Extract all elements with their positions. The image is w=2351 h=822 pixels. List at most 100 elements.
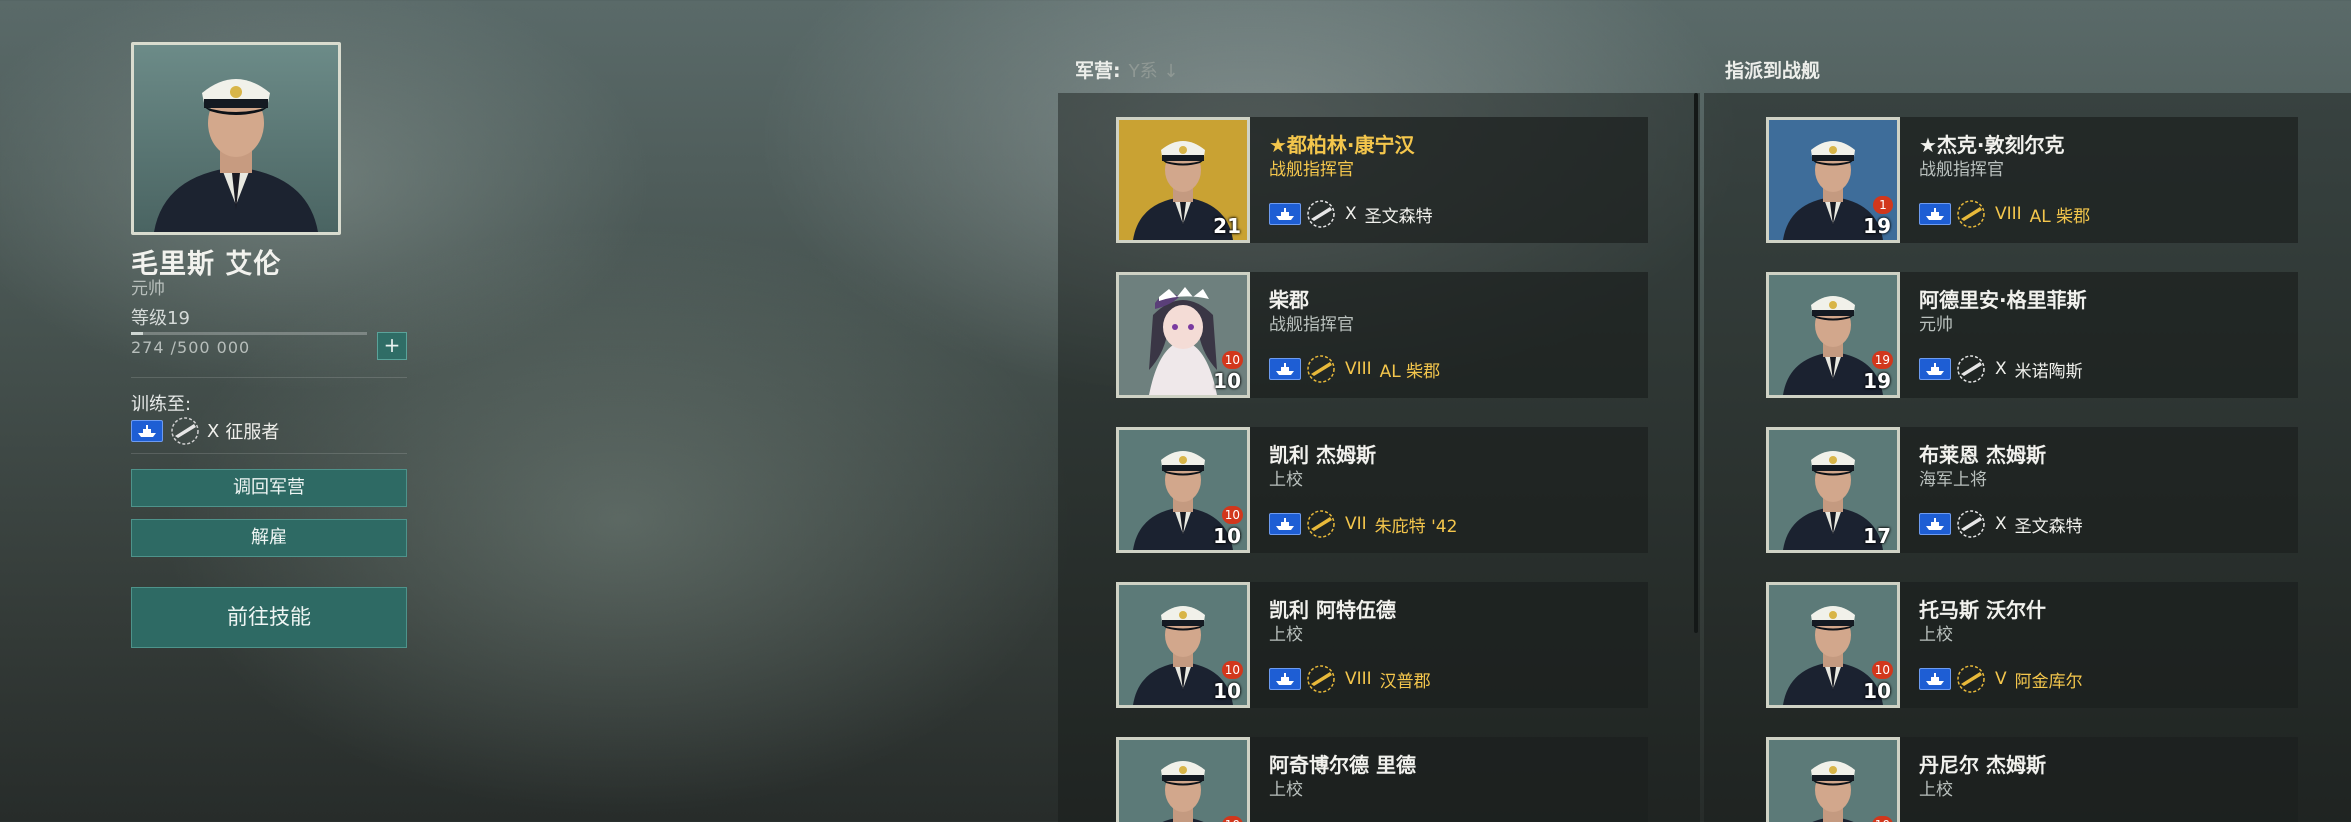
ship-silhouette-icon [1955,509,1987,539]
commander-card[interactable]: 21 ★都柏林·康宁汉战舰指挥官 X 圣文森特 [1116,117,1648,243]
commander-card[interactable]: 17 布莱恩 杰姆斯海军上将 X 圣文森特 [1766,427,2298,553]
commander-card-level: 10 [1213,369,1241,393]
commander-card-rank: 上校 [1269,625,1303,645]
commander-card-level: 17 [1863,524,1891,548]
commander-card[interactable]: 10 10 托马斯 沃尔什上校 V 阿金库尔 [1766,582,2298,708]
battleship-type-icon [1269,513,1301,535]
trained-ship-tier: X [207,420,220,442]
skill-points-badge: 19 [1871,351,1893,369]
commander-card-portrait: 10 [1766,737,1900,822]
ship-tier: VIII [1345,669,1372,689]
ship-silhouette-icon [1955,199,1987,229]
commander-card-name: ★杰克·敦刻尔克 [1919,133,2065,157]
commander-card-level: 21 [1213,214,1241,238]
ship-name: AL 柴郡 [2029,206,2091,227]
commander-card-level: 19 [1863,369,1891,393]
commander-card-level: 10 [1213,679,1241,703]
ship-name: 米诺陶斯 [2014,361,2083,382]
ship-name: 阿金库尔 [2014,671,2083,692]
commander-card-name: 阿德里安·格里菲斯 [1919,288,2087,312]
commander-card-rank: 上校 [1269,470,1303,490]
recall-to-barracks-button[interactable]: 调回军营 [131,469,407,507]
barracks-scrollbar[interactable] [1694,93,1698,633]
commander-card-portrait: 10 [1116,737,1250,822]
xp-progress-fill [131,332,143,335]
add-xp-button[interactable]: + [377,332,407,360]
commander-card-name: ★都柏林·康宁汉 [1269,133,1415,157]
ship-silhouette-icon [1955,354,1987,384]
sort-dropdown[interactable]: Y系 ↓ [1129,61,1179,82]
skill-points-badge: 10 [1871,661,1893,679]
commander-card-name: 凯利 杰姆斯 [1269,443,1376,467]
commander-card-name: 布莱恩 杰姆斯 [1919,443,2046,467]
commander-card-rank: 上校 [1269,780,1303,800]
battleship-type-icon [1269,668,1301,690]
commander-card-name: 阿奇博尔德 里德 [1269,753,1416,777]
ship-tier: X [1345,204,1357,224]
battleship-type-icon [1269,358,1301,380]
commander-card-portrait: 10 10 [1116,582,1250,708]
ship-name: 圣文森特 [1364,206,1433,227]
ship-silhouette-icon [1305,664,1337,694]
commander-card[interactable]: 19 19 阿德里安·格里菲斯元帅 X 米诺陶斯 [1766,272,2298,398]
commander-card-name: 凯利 阿特伍德 [1269,598,1396,622]
go-to-skills-button[interactable]: 前往技能 [131,587,407,648]
ship-tier: X [1995,359,2007,379]
commander-card[interactable]: 10 10 凯利 杰姆斯上校 VII 朱庇特 '42 [1116,427,1648,553]
xp-text: 274 /500 000 [131,338,251,357]
trained-ship-name: 征服者 [225,422,280,443]
commander-card-portrait: 21 [1116,117,1250,243]
battleship-type-icon [1919,668,1951,690]
commander-card-rank: 战舰指挥官 [1269,160,1354,180]
commander-card-rank: 上校 [1919,625,1953,645]
commander-card-ship: X 圣文森特 [1269,199,1433,229]
commander-card-ship: VIII AL 柴郡 [1269,354,1440,384]
divider [131,377,407,378]
commander-rank: 元帅 [131,279,165,299]
commander-card-ship: VII 朱庇特 '42 [1269,509,1457,539]
ship-name: AL 柴郡 [1379,361,1441,382]
commander-card-portrait: 1 19 [1766,117,1900,243]
commander-card-name: 托马斯 沃尔什 [1919,598,2046,622]
commander-card-rank: 战舰指挥官 [1269,315,1354,335]
commander-card-portrait: 10 10 [1116,272,1250,398]
skill-points-badge: 10 [1221,506,1243,524]
commander-card[interactable]: 10 10 凯利 阿特伍德上校 VIII 汉普郡 [1116,582,1648,708]
commander-card[interactable]: 10 10 柴郡 战舰指挥官 VIII AL 柴郡 [1116,272,1648,398]
commander-card-portrait: 19 19 [1766,272,1900,398]
ship-tier: V [1995,669,2007,689]
commander-card-portrait: 10 10 [1116,427,1250,553]
ship-silhouette-icon [169,416,201,446]
ship-name: 汉普郡 [1379,671,1431,692]
commander-card-ship: X 米诺陶斯 [1919,354,2083,384]
ship-silhouette-icon [1305,199,1337,229]
commander-card-portrait: 10 10 [1766,582,1900,708]
barracks-header: 军营: Y系 ↓ [1075,56,1178,83]
commander-level: 等级19 [131,308,190,329]
battleship-type-icon [1269,203,1301,225]
commander-card-level: 10 [1863,679,1891,703]
ship-tier: VIII [1345,359,1372,379]
divider [131,453,407,454]
commander-card-rank: 海军上将 [1919,470,1987,490]
commander-card-name: 丹尼尔 杰姆斯 [1919,753,2046,777]
ship-silhouette-icon [1955,664,1987,694]
ship-tier: VII [1345,514,1367,534]
battleship-type-icon [131,420,163,442]
commander-card-level: 19 [1863,214,1891,238]
commander-card[interactable]: 10 丹尼尔 杰姆斯上校 [1766,737,2298,822]
ship-silhouette-icon [1305,509,1337,539]
ship-name: 圣文森特 [2014,516,2083,537]
ship-name: 朱庇特 '42 [1374,516,1458,537]
battleship-type-icon [1919,513,1951,535]
dismiss-button[interactable]: 解雇 [131,519,407,557]
ship-silhouette-icon [1305,354,1337,384]
commander-card[interactable]: 10 阿奇博尔德 里德上校 [1116,737,1648,822]
battleship-type-icon [1919,358,1951,380]
commander-card-rank: 元帅 [1919,315,1953,335]
ship-tier: X [1995,514,2007,534]
commander-card[interactable]: 1 19 ★杰克·敦刻尔克 战舰指挥官 VIII AL 柴郡 [1766,117,2298,243]
commander-card-level: 10 [1213,524,1241,548]
xp-progress-bar [131,332,367,335]
commander-card-ship: VIII AL 柴郡 [1919,199,2090,229]
